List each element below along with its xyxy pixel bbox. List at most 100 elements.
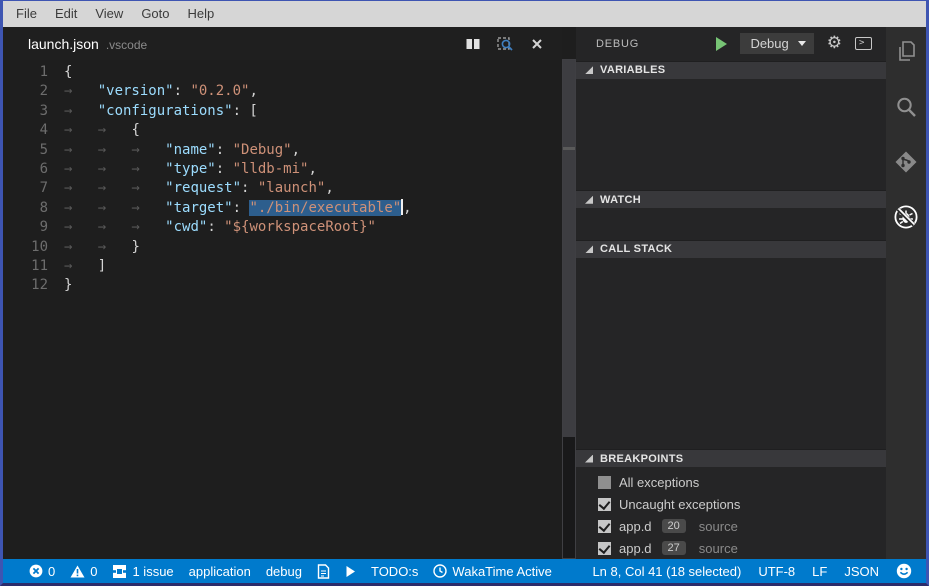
code-line[interactable]: 1{ xyxy=(3,63,562,82)
line-number: 9 xyxy=(3,218,48,237)
breakpoint-checkbox[interactable] xyxy=(598,476,611,489)
line-text: { xyxy=(64,63,72,82)
workbench: launch.json .vscode 1{2→ "version": "0.2… xyxy=(3,27,926,559)
tab-whitespace-arrows: → xyxy=(64,83,98,99)
code-line[interactable]: 4→ → { xyxy=(3,121,562,140)
code-line[interactable]: 2→ "version": "0.2.0", xyxy=(3,82,562,101)
scrollbar-shaft[interactable] xyxy=(562,59,576,559)
status-item-0[interactable]: 0 xyxy=(29,564,55,579)
line-number: 11 xyxy=(3,257,48,276)
breakpoint-label: app.d xyxy=(619,541,652,556)
menu-item-goto[interactable]: Goto xyxy=(132,1,178,27)
scrollbar-thumb-upper[interactable] xyxy=(563,60,575,147)
breakpoint-line-badge: 20 xyxy=(662,519,686,533)
tab-description: .vscode xyxy=(106,38,147,52)
menu-item-file[interactable]: File xyxy=(7,1,46,27)
line-number: 10 xyxy=(3,238,48,257)
status-item[interactable] xyxy=(345,565,356,578)
section-header-watch[interactable]: WATCH xyxy=(576,190,886,208)
status-bar-left: 00 1 issue application debug TODO:s WakaTime … xyxy=(29,564,567,579)
code-line[interactable]: 8→ → → "target": "./bin/executable", xyxy=(3,199,562,218)
status-item-label: TODO:s xyxy=(371,564,418,579)
warning-icon xyxy=(70,565,85,578)
editor-scrollbar[interactable] xyxy=(562,27,576,559)
status-item-label: JSON xyxy=(844,564,879,579)
status-item-0[interactable]: 0 xyxy=(70,564,97,579)
issue-icon xyxy=(112,564,127,579)
launch-config-label: Debug xyxy=(750,36,788,51)
code-line[interactable]: 7→ → → "request": "launch", xyxy=(3,179,562,198)
watch-body xyxy=(576,208,886,240)
debug-console-icon[interactable]: > xyxy=(855,37,872,50)
breakpoint-checkbox[interactable] xyxy=(598,520,611,533)
status-item-debug[interactable]: debug xyxy=(266,564,302,579)
scrollbar-thumb-lower[interactable] xyxy=(563,150,575,437)
code-editor[interactable]: 1{2→ "version": "0.2.0",3→ "configuratio… xyxy=(3,60,562,296)
debug-title: DEBUG xyxy=(596,38,639,50)
section-header-variables[interactable]: VARIABLES xyxy=(576,61,886,79)
activity-search-icon[interactable] xyxy=(893,94,919,120)
code-token: : [ xyxy=(233,103,258,119)
breakpoints-list: All exceptions Uncaught exceptions app.d 20… xyxy=(576,467,886,559)
section-header-call-stack[interactable]: CALL STACK xyxy=(576,240,886,258)
section-title-variables: VARIABLES xyxy=(600,64,665,76)
code-token: "cwd" xyxy=(165,219,207,235)
breakpoint-checkbox[interactable] xyxy=(598,498,611,511)
status-item-ln-8-col-41-18-selected-[interactable]: Ln 8, Col 41 (18 selected) xyxy=(592,564,741,579)
menu-item-view[interactable]: View xyxy=(86,1,132,27)
code-line[interactable]: 3→ "configurations": [ xyxy=(3,102,562,121)
status-item[interactable] xyxy=(317,564,330,579)
line-number: 2 xyxy=(3,82,48,101)
close-icon[interactable] xyxy=(528,36,546,52)
tab-launch-json[interactable]: launch.json .vscode xyxy=(3,36,147,52)
menu-item-edit[interactable]: Edit xyxy=(46,1,86,27)
debug-toolbar: Debug ⚙ > xyxy=(716,33,872,54)
status-item-utf-8[interactable]: UTF-8 xyxy=(758,564,795,579)
line-number: 6 xyxy=(3,160,48,179)
code-token: "target" xyxy=(165,200,232,216)
line-number: 1 xyxy=(3,63,48,82)
breakpoint-row[interactable]: Uncaught exceptions xyxy=(576,493,886,515)
line-number: 5 xyxy=(3,141,48,160)
code-line[interactable]: 12} xyxy=(3,276,562,295)
activity-files-icon[interactable] xyxy=(893,39,919,65)
code-line[interactable]: 5→ → → "name": "Debug", xyxy=(3,141,562,160)
menu-item-help[interactable]: Help xyxy=(179,1,224,27)
breakpoint-row[interactable]: app.d20source xyxy=(576,515,886,537)
status-item-todo-s[interactable]: TODO:s xyxy=(371,564,418,579)
code-token: , xyxy=(325,180,333,196)
status-item-1-issue[interactable]: 1 issue xyxy=(112,564,173,579)
split-editor-icon[interactable] xyxy=(464,36,482,52)
breakpoint-row[interactable]: app.d27source xyxy=(576,537,886,559)
start-debug-button[interactable] xyxy=(716,37,727,51)
activity-git-icon[interactable] xyxy=(893,149,919,175)
collapse-twistie-icon xyxy=(585,245,593,253)
activity-debug-icon[interactable] xyxy=(893,204,919,230)
status-item[interactable] xyxy=(896,563,912,579)
breakpoint-label: All exceptions xyxy=(619,475,699,490)
breakpoint-source: source xyxy=(699,519,738,534)
breakpoint-checkbox[interactable] xyxy=(598,542,611,555)
code-line[interactable]: 10→ → } xyxy=(3,238,562,257)
status-item-wakatime-active[interactable]: WakaTime Active xyxy=(433,564,551,579)
code-token: "launch" xyxy=(258,180,325,196)
launch-config-dropdown[interactable]: Debug xyxy=(740,33,813,54)
section-title-call-stack: CALL STACK xyxy=(600,243,672,255)
status-item-label: UTF-8 xyxy=(758,564,795,579)
status-item-lf[interactable]: LF xyxy=(812,564,827,579)
open-preview-icon[interactable] xyxy=(496,36,514,52)
section-header-breakpoints[interactable]: BREAKPOINTS xyxy=(576,449,886,467)
breakpoint-row[interactable]: All exceptions xyxy=(576,471,886,493)
scrollbar-top-gap xyxy=(562,27,576,59)
code-token: , xyxy=(249,83,257,99)
status-item-application[interactable]: application xyxy=(189,564,251,579)
doc-icon xyxy=(317,564,330,579)
code-token: : xyxy=(241,180,258,196)
code-line[interactable]: 9→ → → "cwd": "${workspaceRoot}" xyxy=(3,218,562,237)
error-icon xyxy=(29,564,43,578)
status-item-json[interactable]: JSON xyxy=(844,564,879,579)
code-line[interactable]: 11→ ] xyxy=(3,257,562,276)
configure-gear-icon[interactable]: ⚙ xyxy=(827,35,842,52)
scrollbar-track-rest xyxy=(563,437,575,558)
code-line[interactable]: 6→ → → "type": "lldb-mi", xyxy=(3,160,562,179)
